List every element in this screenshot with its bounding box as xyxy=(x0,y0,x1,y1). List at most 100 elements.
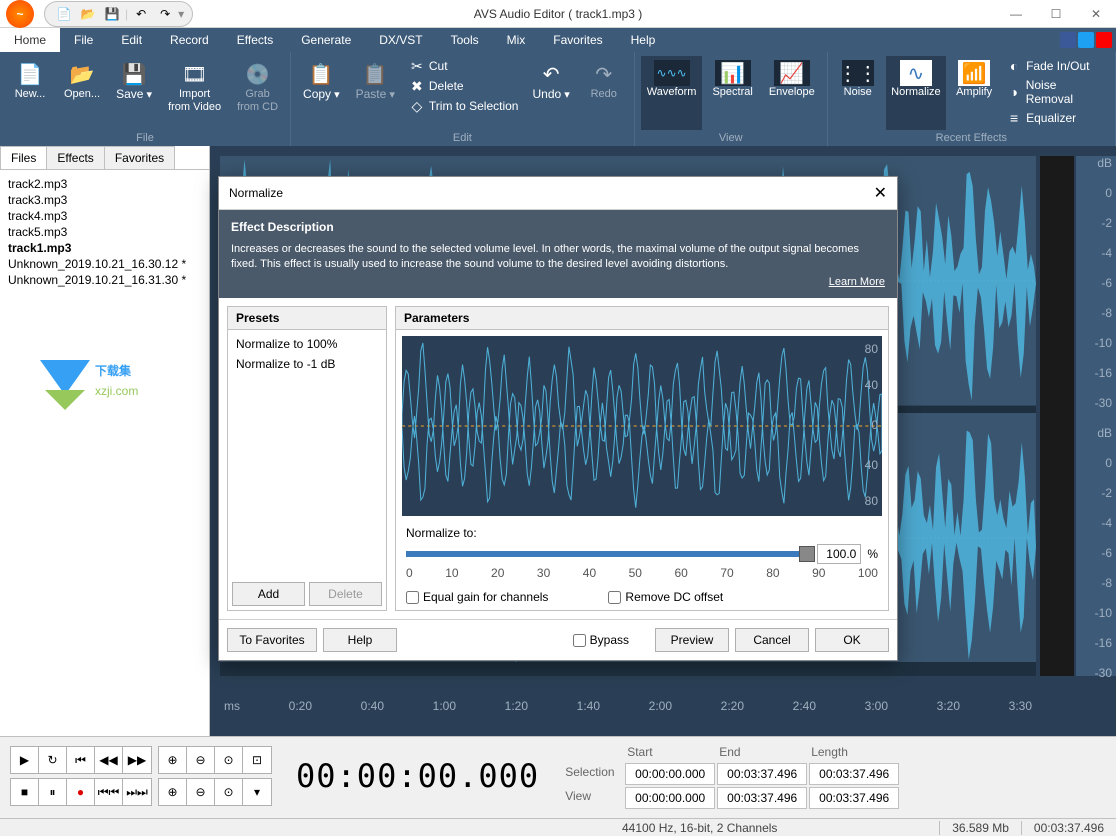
slider-thumb[interactable] xyxy=(799,546,815,562)
vzoom-out-button[interactable]: ⊖ xyxy=(187,779,215,805)
bypass-checkbox[interactable]: Bypass xyxy=(573,628,629,652)
qat-new-icon[interactable]: 📄 xyxy=(53,4,75,24)
normalize-slider[interactable] xyxy=(406,551,811,557)
side-tab-files[interactable]: Files xyxy=(0,146,47,169)
qat-redo-icon[interactable]: ↷ xyxy=(154,4,176,24)
import-video-button[interactable]: 🎞Import from Video xyxy=(162,56,227,130)
trim-button[interactable]: ◇Trim to Selection xyxy=(405,96,523,116)
cut-button[interactable]: ✂Cut xyxy=(405,56,523,76)
menu-mix[interactable]: Mix xyxy=(493,28,540,52)
save-button[interactable]: 💾Save ▾ xyxy=(110,56,158,130)
menu-help[interactable]: Help xyxy=(617,28,670,52)
equal-gain-checkbox[interactable]: Equal gain for channels xyxy=(406,590,548,604)
new-button[interactable]: 📄New... xyxy=(6,56,54,130)
record-button[interactable]: ● xyxy=(67,779,95,805)
sel-length[interactable]: 00:03:37.496 xyxy=(809,763,899,785)
twitter-icon[interactable] xyxy=(1078,32,1094,48)
add-preset-button[interactable]: Add xyxy=(232,582,305,606)
noise-removal-button[interactable]: ◑Noise Removal xyxy=(1002,76,1109,108)
view-length[interactable]: 00:03:37.496 xyxy=(809,787,899,809)
paste-button[interactable]: 📋Paste ▾ xyxy=(350,56,401,130)
minimize-button[interactable]: — xyxy=(996,0,1036,28)
preset-item[interactable]: Normalize to -1 dB xyxy=(232,354,382,374)
ok-button[interactable]: OK xyxy=(815,628,889,652)
youtube-icon[interactable] xyxy=(1096,32,1112,48)
delete-preset-button[interactable]: Delete xyxy=(309,582,382,606)
menu-file[interactable]: File xyxy=(60,28,107,52)
remove-dc-checkbox[interactable]: Remove DC offset xyxy=(608,590,723,604)
menu-generate[interactable]: Generate xyxy=(287,28,365,52)
cancel-button[interactable]: Cancel xyxy=(735,628,809,652)
play-button[interactable]: ▶ xyxy=(11,747,39,773)
file-list[interactable]: track2.mp3 track3.mp3 track4.mp3 track5.… xyxy=(0,170,209,736)
forward-button[interactable]: ▶▶ xyxy=(123,747,151,773)
file-item[interactable]: Unknown_2019.10.21_16.31.30 * xyxy=(6,272,203,288)
dialog-close-button[interactable]: ✕ xyxy=(874,183,887,203)
menu-dxvst[interactable]: DX/VST xyxy=(365,28,436,52)
qat-open-icon[interactable]: 📂 xyxy=(77,4,99,24)
titlebar: ~ 📄 📂 💾 | ↶ ↷ ▾ AVS Audio Editor ( track… xyxy=(0,0,1116,28)
preset-list[interactable]: Normalize to 100% Normalize to -1 dB xyxy=(228,330,386,578)
file-item[interactable]: track1.mp3 xyxy=(6,240,203,256)
loop-button[interactable]: ↻ xyxy=(39,747,67,773)
zoom-fit-button[interactable]: ⊙ xyxy=(215,747,243,773)
file-item[interactable]: track2.mp3 xyxy=(6,176,203,192)
menu-favorites[interactable]: Favorites xyxy=(539,28,616,52)
menu-tools[interactable]: Tools xyxy=(437,28,493,52)
open-button[interactable]: 📂Open... xyxy=(58,56,106,130)
delete-x-icon: ✖ xyxy=(409,78,425,94)
facebook-icon[interactable] xyxy=(1060,32,1076,48)
delete-button[interactable]: ✖Delete xyxy=(405,76,523,96)
normalize-value-input[interactable]: 100.0 xyxy=(817,544,861,564)
help-button[interactable]: Help xyxy=(323,628,397,652)
side-tab-effects[interactable]: Effects xyxy=(46,146,104,169)
menu-edit[interactable]: Edit xyxy=(107,28,156,52)
menu-home[interactable]: Home xyxy=(0,28,60,52)
fade-button[interactable]: ◐Fade In/Out xyxy=(1002,56,1109,76)
file-item[interactable]: track3.mp3 xyxy=(6,192,203,208)
file-item[interactable]: Unknown_2019.10.21_16.30.12 * xyxy=(6,256,203,272)
equalizer-button[interactable]: ≡Equalizer xyxy=(1002,108,1109,128)
stop-button[interactable]: ■ xyxy=(11,779,39,805)
undo-button[interactable]: ↶Undo ▾ xyxy=(526,56,575,130)
file-item[interactable]: track4.mp3 xyxy=(6,208,203,224)
normalize-effect-button[interactable]: ∿Normalize xyxy=(886,56,946,130)
vzoom-fit-button[interactable]: ⊙ xyxy=(215,779,243,805)
qat-undo-icon[interactable]: ↶ xyxy=(130,4,152,24)
zoom-sel-button[interactable]: ⊡ xyxy=(243,747,271,773)
envelope-view-button[interactable]: 📈Envelope xyxy=(763,56,821,130)
maximize-button[interactable]: ☐ xyxy=(1036,0,1076,28)
spectral-view-button[interactable]: 📊Spectral xyxy=(706,56,758,130)
qat-save-icon[interactable]: 💾 xyxy=(101,4,123,24)
preset-item[interactable]: Normalize to 100% xyxy=(232,334,382,354)
grab-cd-button[interactable]: 💿Grab from CD xyxy=(231,56,284,130)
vzoom-in-button[interactable]: ⊕ xyxy=(159,779,187,805)
preview-button[interactable]: Preview xyxy=(655,628,729,652)
copy-button[interactable]: 📋Copy ▾ xyxy=(297,56,346,130)
skip-end-button[interactable]: ⏭⏭ xyxy=(123,779,151,805)
close-button[interactable]: ✕ xyxy=(1076,0,1116,28)
rewind-button[interactable]: ◀◀ xyxy=(95,747,123,773)
menu-effects[interactable]: Effects xyxy=(223,28,287,52)
amplify-effect-button[interactable]: 📶Amplify xyxy=(950,56,998,130)
waveform-view-button[interactable]: ∿∿∿Waveform xyxy=(641,56,703,130)
zoom-in-button[interactable]: ⊕ xyxy=(159,747,187,773)
vzoom-more-button[interactable]: ▾ xyxy=(243,779,271,805)
to-favorites-button[interactable]: To Favorites xyxy=(227,628,317,652)
view-end[interactable]: 00:03:37.496 xyxy=(717,787,807,809)
side-tab-favorites[interactable]: Favorites xyxy=(104,146,175,169)
prev-button[interactable]: ⏮ xyxy=(67,747,95,773)
time-ruler[interactable]: ms0:200:401:001:201:402:002:202:403:003:… xyxy=(220,696,1036,716)
normalize-icon: ∿ xyxy=(900,60,932,86)
sel-end[interactable]: 00:03:37.496 xyxy=(717,763,807,785)
zoom-out-button[interactable]: ⊖ xyxy=(187,747,215,773)
menu-record[interactable]: Record xyxy=(156,28,223,52)
sel-start[interactable]: 00:00:00.000 xyxy=(625,763,715,785)
view-start[interactable]: 00:00:00.000 xyxy=(625,787,715,809)
pause-button[interactable]: ⏸ xyxy=(39,779,67,805)
file-item[interactable]: track5.mp3 xyxy=(6,224,203,240)
redo-button[interactable]: ↷Redo xyxy=(580,56,628,130)
skip-start-button[interactable]: ⏮⏮ xyxy=(95,779,123,805)
noise-effect-button[interactable]: ⋮⋮Noise xyxy=(834,56,882,130)
learn-more-link[interactable]: Learn More xyxy=(231,276,885,288)
